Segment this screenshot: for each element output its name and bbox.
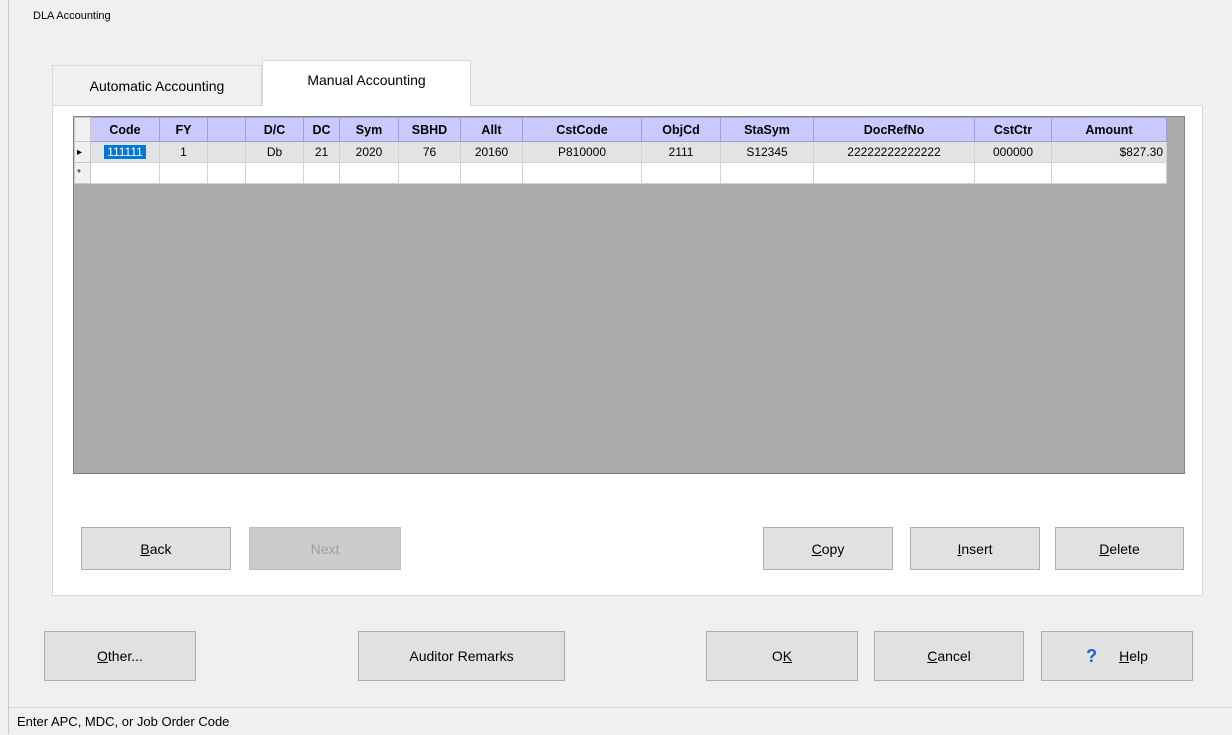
cell-allt[interactable] (460, 162, 523, 184)
cell-fy[interactable]: 1 (159, 141, 208, 163)
other-button[interactable]: Other... (44, 631, 196, 681)
table-row[interactable]: ▸ 111111 1 Db 21 2020 76 20160 P810000 2… (74, 141, 1167, 163)
col-header-dc[interactable]: DC (303, 117, 340, 142)
cell-docrefno[interactable] (813, 162, 975, 184)
col-header-fy[interactable]: FY (159, 117, 208, 142)
delete-button[interactable]: Delete (1055, 527, 1184, 570)
accounting-table: Code FY D/C DC Sym SBHD Allt CstCode Obj… (74, 117, 1167, 184)
tab-label: Manual Accounting (307, 71, 426, 88)
cell-sym[interactable]: 2020 (339, 141, 399, 163)
header-row: Code FY D/C DC Sym SBHD Allt CstCode Obj… (74, 117, 1167, 142)
col-header-allt[interactable]: Allt (460, 117, 523, 142)
cancel-button[interactable]: Cancel (874, 631, 1024, 681)
back-button[interactable]: Back (81, 527, 231, 570)
window-title: DLA Accounting (33, 10, 111, 22)
col-header-cstctr[interactable]: CstCtr (974, 117, 1052, 142)
help-mnemonic: H (1119, 648, 1130, 664)
cell-cstcode[interactable] (522, 162, 642, 184)
help-button[interactable]: ? Help (1041, 631, 1193, 681)
cell-code[interactable]: 111111 (90, 141, 160, 163)
cell-objcd[interactable]: 2111 (641, 141, 721, 163)
cell-code-value: 111111 (104, 145, 146, 159)
row-selector-current[interactable]: ▸ (74, 141, 91, 163)
copy-button[interactable]: Copy (763, 527, 893, 570)
cell-amount[interactable]: $827.30 (1051, 141, 1167, 163)
col-header-docrefno[interactable]: DocRefNo (813, 117, 975, 142)
col-header-sym[interactable]: Sym (339, 117, 399, 142)
col-header-blank[interactable] (207, 117, 246, 142)
cell-dc-flag[interactable]: Db (245, 141, 304, 163)
cell-dc[interactable]: 21 (303, 141, 340, 163)
cancel-mnemonic: C (927, 648, 938, 664)
cell-docrefno[interactable]: 22222222222222 (813, 141, 975, 163)
col-header-amount[interactable]: Amount (1051, 117, 1167, 142)
col-header-code[interactable]: Code (90, 117, 160, 142)
other-label: ther... (107, 648, 143, 664)
ok-label: O (771, 648, 783, 664)
ok-mnemonic: K (782, 648, 793, 664)
corner-cell (74, 117, 91, 142)
copy-mnemonic: C (811, 540, 822, 557)
tab-label: Automatic Accounting (89, 78, 225, 94)
cell-dc[interactable] (303, 162, 340, 184)
delete-label: elete (1109, 540, 1140, 557)
tab-manual-accounting[interactable]: Manual Accounting (262, 60, 471, 106)
cell-cstctr[interactable]: 000000 (974, 141, 1052, 163)
back-mnemonic: B (140, 540, 150, 557)
help-icon: ? (1086, 645, 1098, 666)
copy-label: opy (821, 540, 845, 557)
cell-cstcode[interactable]: P810000 (522, 141, 642, 163)
cell-sbhd[interactable] (398, 162, 461, 184)
cell-allt[interactable]: 20160 (460, 141, 523, 163)
table-row-new[interactable]: * (74, 162, 1167, 184)
cell-fy[interactable] (159, 162, 208, 184)
back-label: ack (149, 540, 172, 557)
insert-label: nsert (961, 540, 993, 557)
cell-blank[interactable] (207, 141, 246, 163)
cell-code[interactable] (90, 162, 160, 184)
cell-amount[interactable] (1051, 162, 1167, 184)
help-label: elp (1129, 648, 1148, 664)
cancel-label: ancel (937, 648, 971, 664)
next-button[interactable]: Next (249, 527, 401, 570)
other-mnemonic: O (97, 648, 108, 664)
auditor-remarks-button[interactable]: Auditor Remarks (358, 631, 565, 681)
status-bar: Enter APC, MDC, or Job Order Code (9, 707, 1232, 734)
col-header-dc-flag[interactable]: D/C (245, 117, 304, 142)
auditor-remarks-label: Auditor Remarks (409, 648, 514, 664)
row-selector-new[interactable]: * (74, 162, 91, 184)
accounting-grid[interactable]: Code FY D/C DC Sym SBHD Allt CstCode Obj… (73, 116, 1185, 474)
status-text: Enter APC, MDC, or Job Order Code (17, 714, 230, 729)
dla-accounting-window: DLA Accounting Automatic Accounting Manu… (8, 0, 1232, 734)
col-header-stasym[interactable]: StaSym (720, 117, 814, 142)
insert-button[interactable]: Insert (910, 527, 1040, 570)
manual-accounting-panel: Code FY D/C DC Sym SBHD Allt CstCode Obj… (52, 105, 1203, 596)
tab-automatic-accounting[interactable]: Automatic Accounting (52, 65, 262, 106)
cell-sym[interactable] (339, 162, 399, 184)
cell-objcd[interactable] (641, 162, 721, 184)
col-header-cstcode[interactable]: CstCode (522, 117, 642, 142)
cell-dc-flag[interactable] (245, 162, 304, 184)
col-header-sbhd[interactable]: SBHD (398, 117, 461, 142)
cell-blank[interactable] (207, 162, 246, 184)
cell-sbhd[interactable]: 76 (398, 141, 461, 163)
cell-stasym[interactable] (720, 162, 814, 184)
next-label: Next (310, 540, 340, 557)
col-header-objcd[interactable]: ObjCd (641, 117, 721, 142)
cell-cstctr[interactable] (974, 162, 1052, 184)
cell-stasym[interactable]: S12345 (720, 141, 814, 163)
ok-button[interactable]: OK (706, 631, 858, 681)
delete-mnemonic: D (1099, 540, 1110, 557)
